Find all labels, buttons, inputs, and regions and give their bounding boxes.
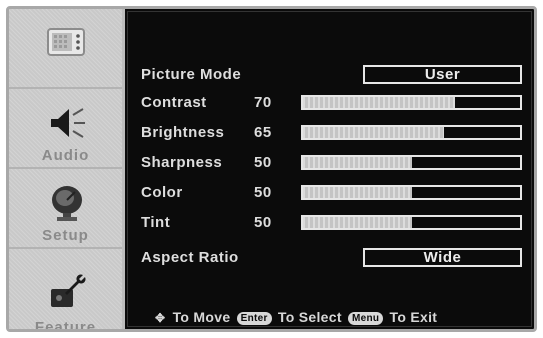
aspect-ratio-label: Aspect Ratio: [141, 249, 239, 266]
enter-key-badge: Enter: [236, 312, 272, 325]
sidebar-item-picture[interactable]: [9, 9, 122, 89]
menu-key-badge: Menu: [347, 312, 384, 325]
brightness-row[interactable]: Brightness 65: [141, 122, 533, 144]
tint-row[interactable]: Tint 50: [141, 212, 533, 234]
color-row[interactable]: Color 50: [141, 182, 533, 204]
satellite-dish-icon: [45, 183, 89, 223]
brightness-slider-fill: [303, 127, 445, 138]
sidebar-item-label: Feature: [34, 319, 97, 332]
select-hint-text: To Select: [277, 309, 342, 325]
contrast-label: Contrast: [141, 94, 207, 111]
brightness-label: Brightness: [141, 124, 225, 141]
menu-sidebar: Audio Setup Feature: [9, 9, 122, 329]
move-hint-text: To Move: [172, 309, 231, 325]
sidebar-item-feature[interactable]: Feature: [9, 249, 122, 329]
tint-slider[interactable]: [301, 215, 522, 230]
contrast-row[interactable]: Contrast 70: [141, 92, 533, 114]
tint-value: 50: [254, 214, 272, 231]
sidebar-item-label: Setup: [42, 227, 89, 244]
picture-mode-row[interactable]: Picture Mode User: [141, 64, 533, 86]
brightness-slider[interactable]: [301, 125, 522, 140]
picture-mode-value[interactable]: User: [363, 65, 522, 84]
navigation-hint: ✥ To Move Enter To Select Menu To Exit: [155, 309, 437, 325]
speaker-icon: [45, 103, 89, 143]
sharpness-row[interactable]: Sharpness 50: [141, 152, 533, 174]
picture-settings-panel: Picture Mode User Contrast 70 Brightness…: [122, 9, 534, 329]
osd-menu-frame: Audio Setup Feature Picture Mode User Co…: [6, 6, 537, 332]
aspect-ratio-value[interactable]: Wide: [363, 248, 522, 267]
exit-hint-text: To Exit: [389, 309, 438, 325]
color-value: 50: [254, 184, 272, 201]
brightness-value: 65: [254, 124, 272, 141]
color-label: Color: [141, 184, 183, 201]
picture-mode-label: Picture Mode: [141, 66, 242, 83]
aspect-ratio-row[interactable]: Aspect Ratio Wide: [141, 247, 533, 269]
sharpness-slider-fill: [303, 157, 412, 168]
color-slider[interactable]: [301, 185, 522, 200]
contrast-value: 70: [254, 94, 272, 111]
sharpness-label: Sharpness: [141, 154, 223, 171]
sharpness-value: 50: [254, 154, 272, 171]
color-slider-fill: [303, 187, 412, 198]
tint-label: Tint: [141, 214, 171, 231]
tint-slider-fill: [303, 217, 412, 228]
sidebar-item-label: Audio: [41, 147, 90, 164]
contrast-slider[interactable]: [301, 95, 522, 110]
picture-menu-icon: [45, 23, 89, 63]
arrows-icon: ✥: [155, 311, 166, 325]
sidebar-item-audio[interactable]: Audio: [9, 89, 122, 169]
sharpness-slider[interactable]: [301, 155, 522, 170]
wrench-icon: [45, 271, 89, 311]
sidebar-item-setup[interactable]: Setup: [9, 169, 122, 249]
contrast-slider-fill: [303, 97, 455, 108]
